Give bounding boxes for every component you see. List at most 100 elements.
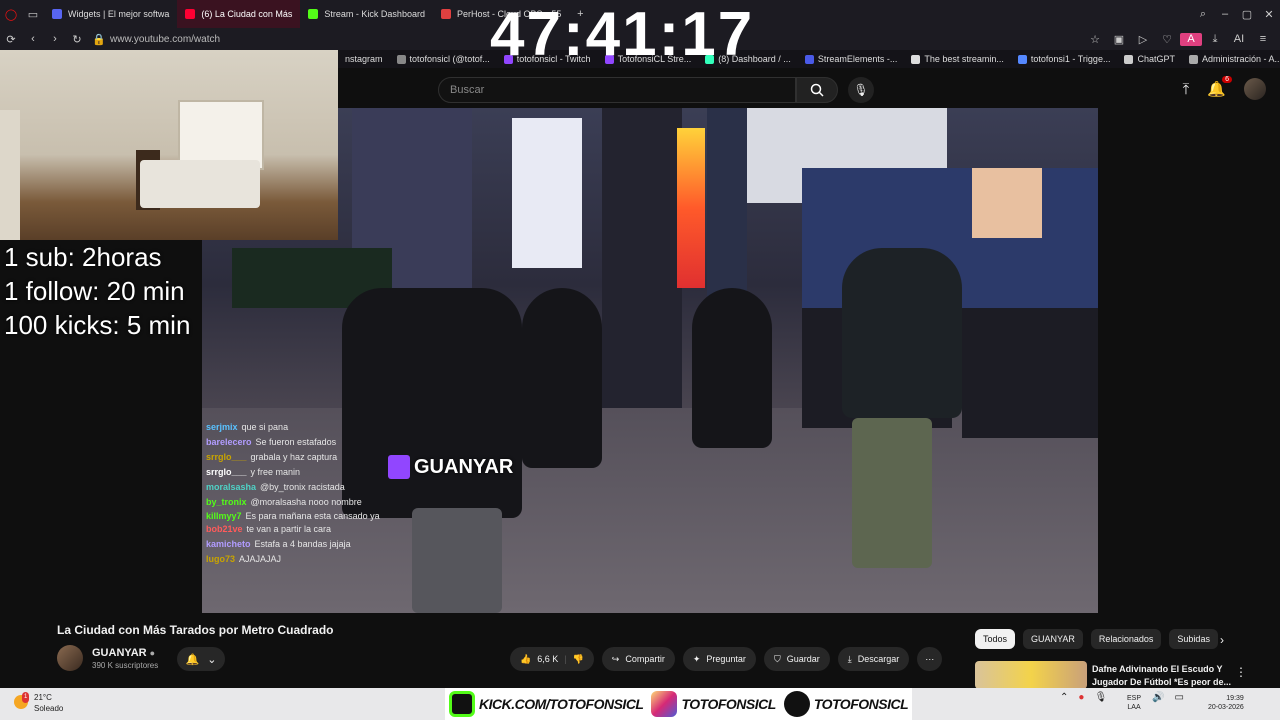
bookmark-item[interactable]: ChatGPT [1117, 54, 1182, 64]
ask-label: Preguntar [706, 654, 746, 664]
notifications-icon[interactable]: 🔔 6 [1207, 76, 1232, 98]
more-actions-button[interactable]: ⋯ [917, 647, 943, 671]
screen: ◯ ▭ Widgets | El mejor softwa (6) La Ciu… [0, 0, 1280, 720]
tab-kick[interactable]: Stream - Kick Dashboard [300, 0, 433, 28]
more-icon: ⋯ [925, 653, 935, 664]
person [522, 288, 602, 468]
chat-message: srrglo___ grabala y haz captura [206, 450, 416, 465]
ask-button[interactable]: ✦ Preguntar [682, 647, 756, 671]
heart-icon[interactable]: ♡ [1156, 33, 1178, 46]
subscriber-count: 390 K suscriptores [92, 661, 159, 670]
share-icon: ↪ [611, 653, 620, 664]
weather-badge: 1 [22, 692, 30, 703]
search-tabs-icon[interactable]: ⌕ [1192, 8, 1214, 21]
recommended-video[interactable]: Dafne Adivinando El Escudo Y Jugador De … [975, 661, 1275, 689]
kick-social: KICK.COM/TOTOFONSICL [449, 691, 644, 717]
channel-avatar[interactable] [57, 645, 83, 671]
admin-icon [1188, 54, 1198, 64]
bookmark-label: The best streamin... [924, 54, 1004, 64]
weather-widget[interactable]: 1 21°C Soleado [14, 692, 63, 714]
bookmark-item[interactable]: StreamElements -... [798, 54, 905, 64]
trigger-icon [1017, 54, 1027, 64]
opera-logo-icon[interactable]: ◯ [0, 8, 22, 21]
chip-subidas[interactable]: Subidas [1169, 629, 1218, 649]
minimize-icon[interactable]: – [1214, 8, 1236, 21]
chat-user: srrglo___ [206, 467, 247, 477]
recommended-title[interactable]: Dafne Adivinando El Escudo Y Jugador De … [1092, 663, 1232, 689]
download-icon[interactable]: ⤓ [1204, 33, 1226, 46]
clock-time: 19:39 [1226, 695, 1244, 702]
lock-icon: 🔒 [92, 33, 106, 46]
upload-icon[interactable]: ⤒ [1183, 81, 1190, 98]
youtube-header: Buscar 🎙 ⤒ 🔔 6 [338, 68, 1280, 108]
battery-icon[interactable]: ▭ [1174, 692, 1183, 703]
ai-icon[interactable]: AI [1228, 33, 1250, 46]
bookmark-item[interactable]: totofonsicl (@totof... [390, 54, 497, 64]
bookmark-label: totofonsi1 - Trigge... [1030, 54, 1111, 64]
back-icon[interactable]: ‹ [22, 33, 44, 45]
bookmark-item[interactable]: nstagram [338, 54, 390, 64]
subscribe-bell-button[interactable]: 🔔 ⌄ [177, 647, 225, 671]
tab-switcher-icon[interactable]: ▭ [22, 8, 44, 21]
tab-label: Widgets | El mejor softwa [68, 9, 170, 19]
url-field[interactable]: www.youtube.com/watch [110, 34, 220, 45]
chat-message: bob21ve te van a partir la cara [206, 522, 416, 537]
bookmark-label: Administración - A... [1201, 54, 1280, 64]
chat-user: killmyy7 [206, 511, 242, 521]
reload-alt-icon[interactable]: ⟳ [0, 33, 22, 46]
like-button[interactable]: 👍 6,6 K | 👎 [510, 647, 594, 671]
record-icon[interactable]: ● [1078, 692, 1084, 703]
bookmark-label: StreamElements -... [817, 54, 898, 64]
recommended-thumbnail[interactable] [975, 661, 1087, 689]
bookmark-icon[interactable]: ☆ [1084, 33, 1106, 46]
bell-icon: 🔔 [185, 653, 200, 666]
countdown-timer: 47:41:17 [490, 0, 755, 69]
chat-text: Es para mañana esta cansado ya [245, 511, 380, 521]
chip-todos[interactable]: Todos [975, 629, 1016, 649]
voice-search-button[interactable]: 🎙 [848, 77, 874, 103]
perhost-favicon-icon [440, 9, 451, 19]
share-button[interactable]: ↪ Compartir [601, 647, 675, 671]
search-input[interactable]: Buscar [438, 77, 796, 103]
goal-line: 100 kicks: 5 min [4, 310, 191, 340]
person [842, 248, 962, 418]
chatgpt-icon [1124, 54, 1134, 64]
language-indicator[interactable]: ESP LAA [1127, 694, 1141, 712]
chip-guanyar[interactable]: GUANYAR [1023, 629, 1083, 649]
more-vert-icon[interactable]: ⋮ [1235, 665, 1247, 679]
window-controls: ⌕ – ▢ ✕ [1192, 8, 1280, 21]
tray-chevron-up-icon[interactable]: ⌃ [1060, 692, 1068, 703]
reload-icon[interactable]: ↻ [66, 33, 88, 46]
mic-tray-icon[interactable]: 🎙 [1094, 692, 1107, 703]
social-banner: KICK.COM/TOTOFONSICL TOTOFONSICL TOTOFON… [445, 688, 913, 720]
download-button[interactable]: ⤓ Descargar [837, 647, 910, 671]
bookmark-item[interactable]: totofonsi1 - Trigge... [1011, 54, 1118, 64]
maximize-icon[interactable]: ▢ [1236, 8, 1258, 21]
chat-user: barelecero [206, 437, 252, 447]
profile-icon[interactable]: A [1180, 32, 1202, 46]
menu-icon[interactable]: ≡ [1252, 33, 1274, 46]
save-button[interactable]: ⛉ Guardar [763, 647, 830, 671]
play-icon[interactable]: ▷ [1132, 33, 1154, 46]
thumbs-down-icon[interactable]: 👎 [573, 654, 584, 665]
tab-youtube[interactable]: (6) La Ciudad con Más [177, 0, 301, 28]
video-title: La Ciudad con Más Tarados por Metro Cuad… [57, 623, 334, 637]
bookmark-item[interactable]: The best streamin... [904, 54, 1011, 64]
temperature: 21°C [34, 693, 52, 702]
chat-user: kamicheto [206, 539, 251, 549]
close-window-icon[interactable]: ✕ [1258, 8, 1280, 21]
bookmark-item[interactable]: Administración - A... [1182, 54, 1280, 64]
tab-widgets[interactable]: Widgets | El mejor softwa [44, 0, 177, 28]
camera-icon[interactable]: ▣ [1108, 33, 1130, 46]
volume-icon[interactable]: 🔊 [1152, 692, 1164, 703]
forward-icon[interactable]: › [44, 33, 66, 45]
channel-name[interactable]: GUANYAR ● [92, 647, 155, 659]
taskbar: 1 21°C Soleado KICK.COM/TOTOFONSICL TOTO… [0, 688, 1280, 720]
account-avatar[interactable] [1244, 78, 1266, 100]
chip-relacionados[interactable]: Relacionados [1090, 629, 1162, 649]
chevron-right-icon[interactable]: › [1220, 633, 1224, 647]
notification-badge: 6 [1222, 76, 1232, 83]
clock[interactable]: 19:39 20-03-2026 [1208, 694, 1244, 712]
divider: | [564, 654, 567, 664]
search-button[interactable] [796, 77, 838, 103]
